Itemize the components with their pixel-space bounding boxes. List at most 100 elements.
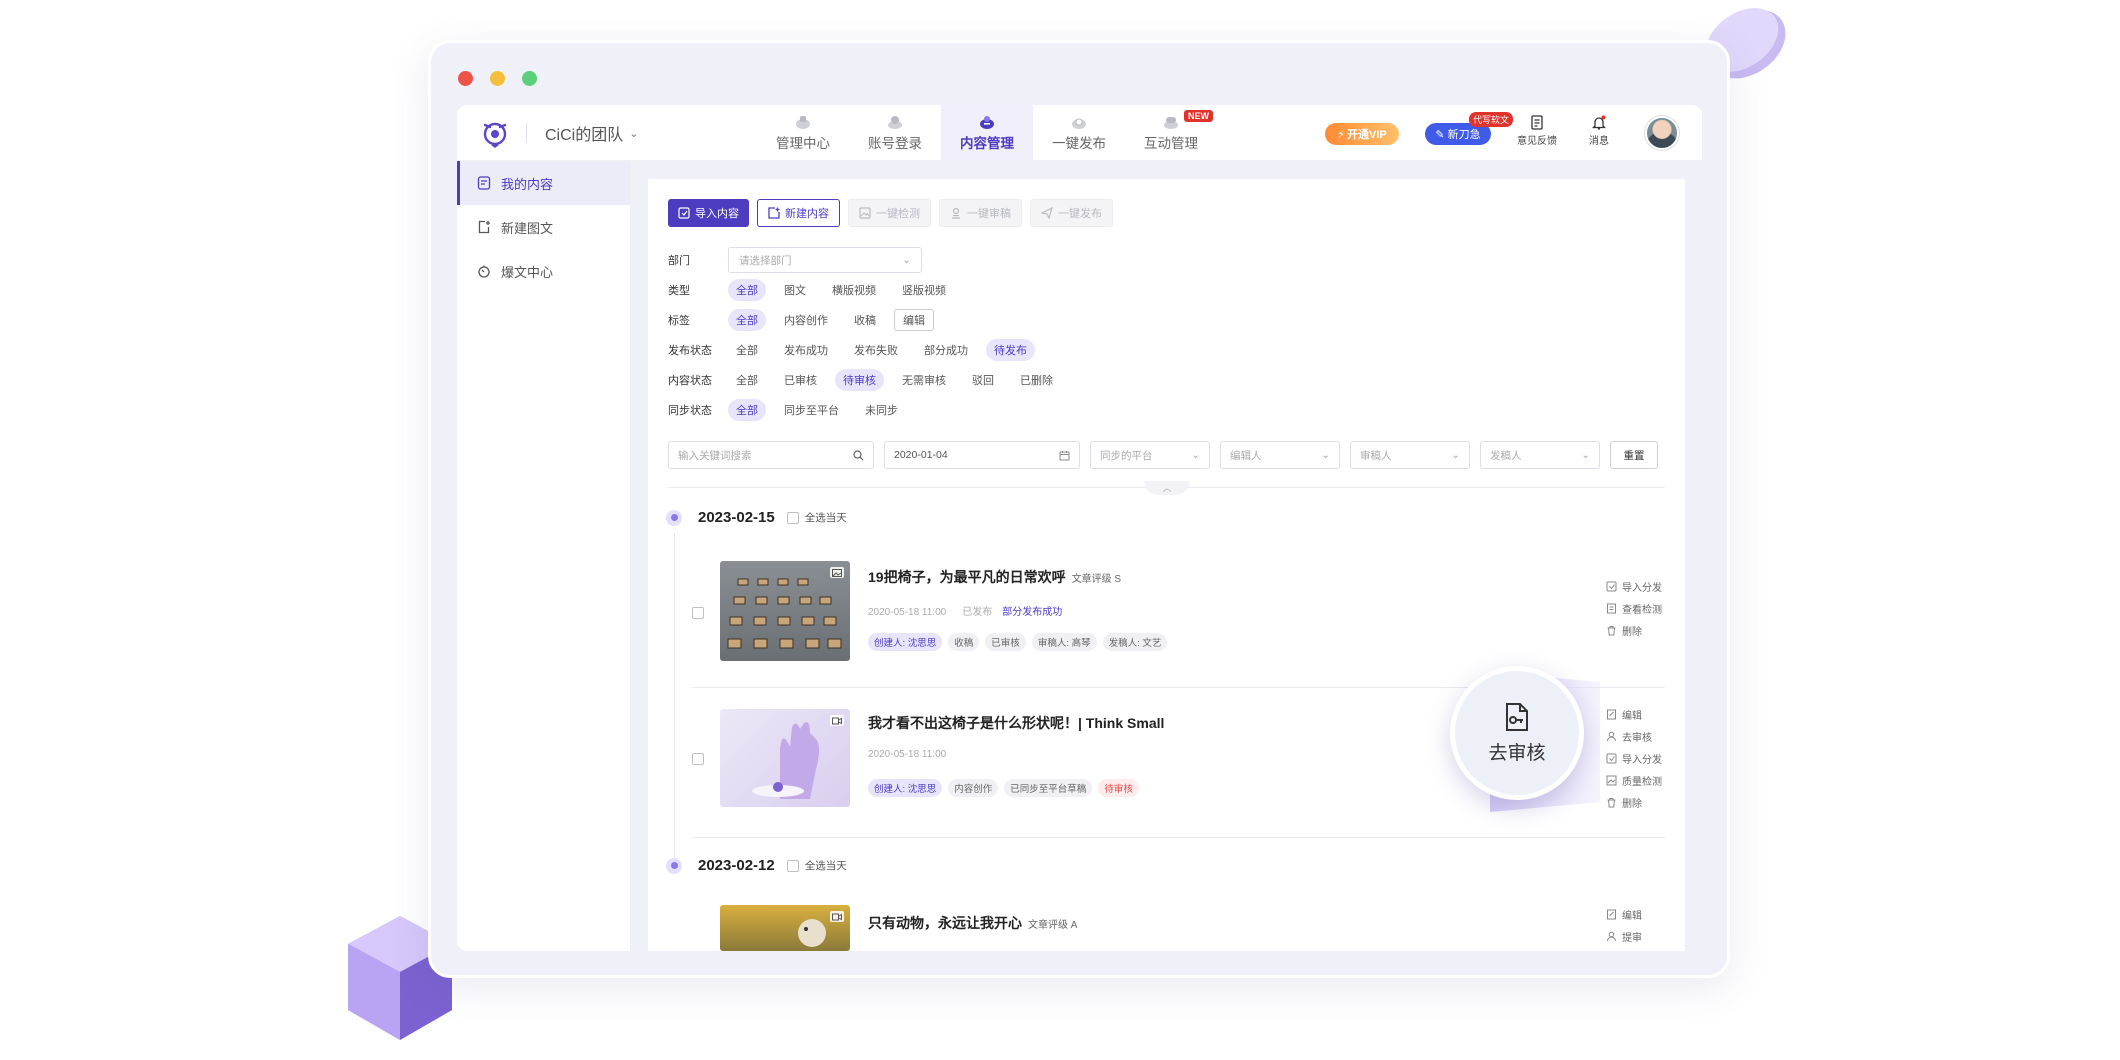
filter-chip[interactable]: 收稿 [846,309,884,331]
tag-sender: 发稿人: 文艺 [1102,633,1168,651]
item-operations: 编辑 去审核 导入分发 质量检测 删除 [1606,707,1662,810]
batch-review-button[interactable]: 一键审稿 [939,199,1022,227]
filter-chip[interactable]: 横版视频 [824,279,884,301]
filter-label: 类型 [668,285,690,297]
editor-select[interactable]: 编辑人 ⌄ [1220,441,1340,469]
group-date: 2023-02-12 [698,857,775,874]
delete-button[interactable]: 删除 [1606,623,1662,638]
messages-button[interactable]: 消息 [1589,115,1609,147]
sidebar-item-new-article[interactable]: 新建图文 [457,205,630,249]
filter-chip[interactable]: 部分成功 [916,339,976,361]
vip-button[interactable]: ⚡ 开通VIP [1325,123,1399,145]
maximize-window-button[interactable] [522,71,537,86]
select-day-checkbox[interactable]: 全选当天 [786,510,847,525]
filter-chip[interactable]: 无需审核 [894,369,954,391]
nav-label: 管理中心 [776,135,830,151]
item-checkbox[interactable] [692,753,704,765]
import-distribute-button[interactable]: 导入分发 [1606,751,1662,766]
video-type-icon [830,715,844,726]
edit-button[interactable]: 编辑 [1606,907,1642,922]
platform-select[interactable]: 同步的平台 ⌄ [1090,441,1210,469]
item-checkbox[interactable] [692,607,704,619]
nav-dashboard[interactable]: 管理中心 [757,105,849,161]
op-label: 查看检测 [1622,604,1662,616]
select-day-checkbox[interactable]: 全选当天 [786,858,847,873]
item-title[interactable]: 19把椅子，为最平凡的日常欢呼 文章评级 S [868,567,1121,587]
import-distribute-button[interactable]: 导入分发 [1606,579,1662,594]
filter-chip[interactable]: 全部 [728,369,766,391]
filter-chip[interactable]: 全部 [728,399,766,421]
filter-chip[interactable]: 内容创作 [776,309,836,331]
user-avatar[interactable] [1645,116,1679,150]
item-thumbnail[interactable] [720,561,850,661]
chevron-down-icon: ⌄ [1581,449,1590,461]
filter-chip[interactable]: 未同步 [857,399,906,421]
filter-chip[interactable]: 发布成功 [776,339,836,361]
filter-chip[interactable]: 待发布 [986,339,1035,361]
new-content-button[interactable]: 新建内容 [757,199,840,227]
filter-publish-status: 发布状态 全部 发布成功 发布失败 部分成功 待发布 [668,339,1045,361]
team-switcher[interactable]: CiCi的团队 ⌄ [545,121,638,145]
app-logo-icon[interactable] [479,117,511,149]
reset-label: 重置 [1623,449,1645,462]
sidebar-item-hot-articles[interactable]: 爆文中心 [457,249,630,293]
import-icon [1606,753,1617,763]
minimize-window-button[interactable] [490,71,505,86]
nav-account[interactable]: 账号登录 [849,105,941,161]
filter-chip[interactable]: 已删除 [1012,369,1061,391]
close-window-button[interactable] [458,71,473,86]
group-date: 2023-02-15 [698,509,775,526]
filter-chip[interactable]: 已审核 [776,369,825,391]
chevron-down-icon: ⌄ [902,254,911,266]
sender-select[interactable]: 发稿人 ⌄ [1480,441,1600,469]
dashboard-icon [796,115,810,129]
filter-chip[interactable]: 全部 [728,309,766,331]
keyword-search-input[interactable]: 输入关键词搜索 [668,441,874,469]
article-grade: 文章评级 S [1071,574,1122,585]
sidebar-item-my-content[interactable]: 我的内容 [457,161,630,205]
filter-chip[interactable]: 全部 [728,339,766,361]
nav-interaction[interactable]: 互动管理 NEW [1125,105,1217,161]
quality-check-button[interactable]: 质量检测 [1606,773,1662,788]
checkbox[interactable] [786,511,799,524]
date-picker[interactable]: 2020-01-04 [884,441,1080,469]
filter-chip[interactable]: 全部 [728,279,766,301]
filter-chip[interactable]: 同步至平台 [776,399,847,421]
item-thumbnail[interactable] [720,709,850,807]
reset-button[interactable]: 重置 [1610,441,1658,469]
nav-publish[interactable]: 一键发布 [1033,105,1125,161]
edit-icon [1607,909,1616,919]
filter-dept: 部门 请选择部门 ⌄ [668,247,922,273]
go-review-magnifier[interactable]: 去审核 [1450,666,1584,800]
feedback-label: 意见反馈 [1517,136,1557,147]
item-operations: 导入分发 查看检测 删除 [1606,579,1662,638]
feedback-button[interactable]: 意见反馈 [1517,115,1557,147]
go-review-button[interactable]: 去审核 [1606,729,1662,744]
item-title[interactable]: 只有动物，永远让我开心 文章评级 A [868,913,1077,933]
filter-chip[interactable]: 待审核 [835,369,884,391]
batch-detect-button[interactable]: 一键检测 [848,199,931,227]
vip-label: 开通VIP [1347,129,1387,141]
edit-button[interactable]: 编辑 [1606,707,1662,722]
reviewer-select[interactable]: 审稿人 ⌄ [1350,441,1470,469]
dept-placeholder: 请选择部门 [739,254,792,267]
edit-tags-button[interactable]: 编辑 [894,309,934,331]
batch-publish-button[interactable]: 一键发布 [1030,199,1113,227]
nav-content[interactable]: 内容管理 [941,105,1033,161]
view-detection-button[interactable]: 查看检测 [1606,601,1662,616]
item-divider [692,837,1665,838]
import-content-button[interactable]: 导入内容 [668,199,749,227]
filter-chip[interactable]: 图文 [776,279,814,301]
item-thumbnail[interactable] [720,905,850,951]
filter-chip[interactable]: 发布失败 [846,339,906,361]
delete-button[interactable]: 删除 [1606,795,1662,810]
item-time: 2020-05-18 11:00 [868,607,947,618]
filter-chip[interactable]: 竖版视频 [894,279,954,301]
collapse-filters-button[interactable]: ︿ [1144,481,1190,495]
filter-chip[interactable]: 驳回 [964,369,1002,391]
dept-select[interactable]: 请选择部门 ⌄ [728,247,922,273]
item-title[interactable]: 我才看不出这椅子是什么形状呢！| Think Small [868,713,1164,733]
tag: 收稿 [948,633,980,651]
checkbox[interactable] [786,859,799,872]
submit-review-button[interactable]: 提审 [1606,929,1642,944]
